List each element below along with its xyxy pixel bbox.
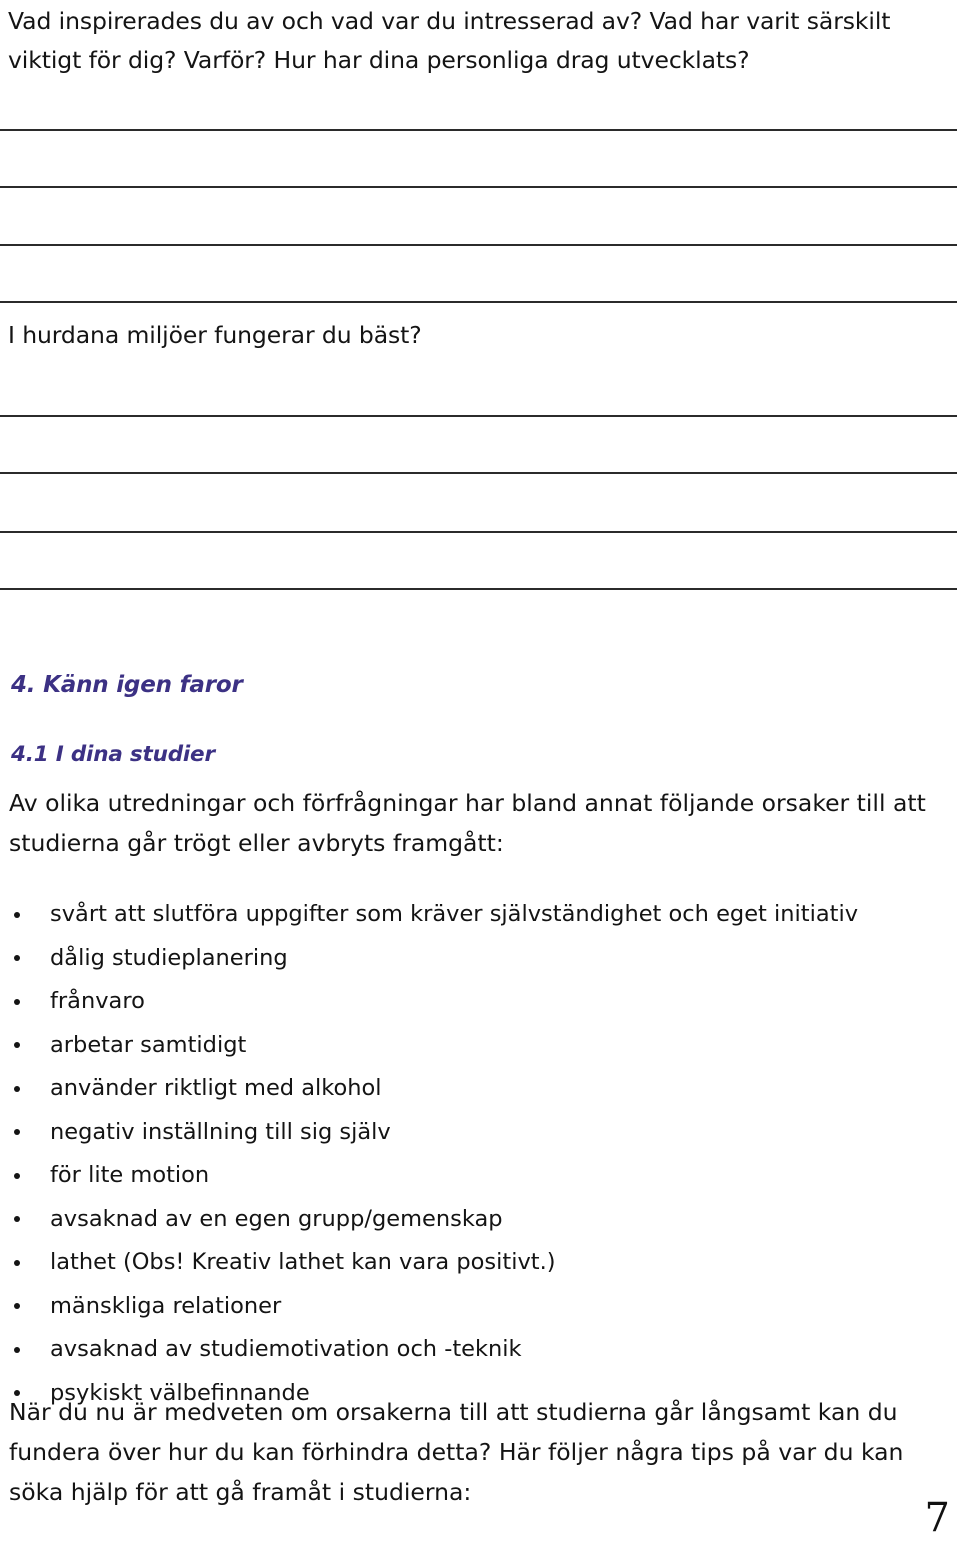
- list-item: lathet (Obs! Kreativ lathet kan vara pos…: [0, 1241, 920, 1285]
- answer-line[interactable]: [0, 301, 957, 303]
- question-paragraph-inspiration: Vad inspirerades du av och vad var du in…: [8, 7, 891, 74]
- page-number: 7: [924, 1495, 950, 1541]
- answer-line[interactable]: [0, 415, 957, 417]
- question-paragraph-environment: I hurdana miljöer fungerar du bäst?: [8, 321, 422, 349]
- bullet-icon: [14, 1085, 20, 1092]
- bullet-icon: [14, 955, 20, 962]
- closing-paragraph: När du nu är medveten om orsakerna till …: [9, 1398, 904, 1506]
- list-item: frånvaro: [0, 980, 920, 1024]
- list-item: arbetar samtidigt: [0, 1024, 920, 1068]
- list-item-label: negativ inställning till sig själv: [50, 1118, 391, 1145]
- answer-line[interactable]: [0, 186, 957, 188]
- answer-line[interactable]: [0, 588, 957, 590]
- list-item: dålig studieplanering: [0, 937, 920, 981]
- section-heading: 4. Känn igen faror: [11, 672, 243, 698]
- bullet-icon: [14, 1346, 20, 1353]
- list-item: avsaknad av en egen grupp/gemenskap: [0, 1198, 920, 1242]
- list-item-label: för lite motion: [50, 1162, 210, 1188]
- document-page: Vad inspirerades du av och vad var du in…: [0, 0, 960, 1540]
- list-item-label: avsaknad av en egen grupp/gemenskap: [50, 1205, 503, 1232]
- bullet-icon: [14, 911, 20, 918]
- subsection-heading: 4.1 I dina studier: [11, 742, 215, 767]
- list-item-label: mänskliga relationer: [50, 1292, 282, 1319]
- list-item-label: använder riktligt med alkohol: [50, 1075, 382, 1101]
- bullet-icon: [14, 1129, 20, 1136]
- list-item: för lite motion: [0, 1154, 920, 1198]
- answer-line[interactable]: [0, 531, 957, 533]
- bullet-icon: [14, 1303, 20, 1310]
- answer-line[interactable]: [0, 129, 957, 131]
- bullet-icon: [14, 998, 20, 1005]
- answer-line[interactable]: [0, 472, 957, 474]
- list-item-label: lathet (Obs! Kreativ lathet kan vara pos…: [50, 1249, 556, 1275]
- list-item: svårt att slutföra uppgifter som kräver …: [0, 893, 920, 937]
- list-item: använder riktligt med alkohol: [0, 1067, 920, 1111]
- intro-paragraph: Av olika utredningar och förfrågningar h…: [9, 789, 926, 857]
- list-item: mänskliga relationer: [0, 1285, 920, 1329]
- answer-line[interactable]: [0, 244, 957, 246]
- list-item: negativ inställning till sig själv: [0, 1111, 920, 1155]
- list-item-label: arbetar samtidigt: [50, 1031, 247, 1058]
- causes-list: svårt att slutföra uppgifter som kräver …: [0, 893, 920, 1415]
- bullet-icon: [14, 1042, 20, 1049]
- list-item-label: avsaknad av studiemotivation och -teknik: [50, 1336, 522, 1362]
- bullet-icon: [14, 1259, 20, 1266]
- list-item-label: svårt att slutföra uppgifter som kräver …: [50, 901, 859, 927]
- bullet-icon: [14, 1216, 20, 1223]
- bullet-icon: [14, 1172, 20, 1179]
- list-item-label: frånvaro: [50, 988, 145, 1014]
- list-item-label: dålig studieplanering: [50, 944, 288, 971]
- list-item: avsaknad av studiemotivation och -teknik: [0, 1328, 920, 1372]
